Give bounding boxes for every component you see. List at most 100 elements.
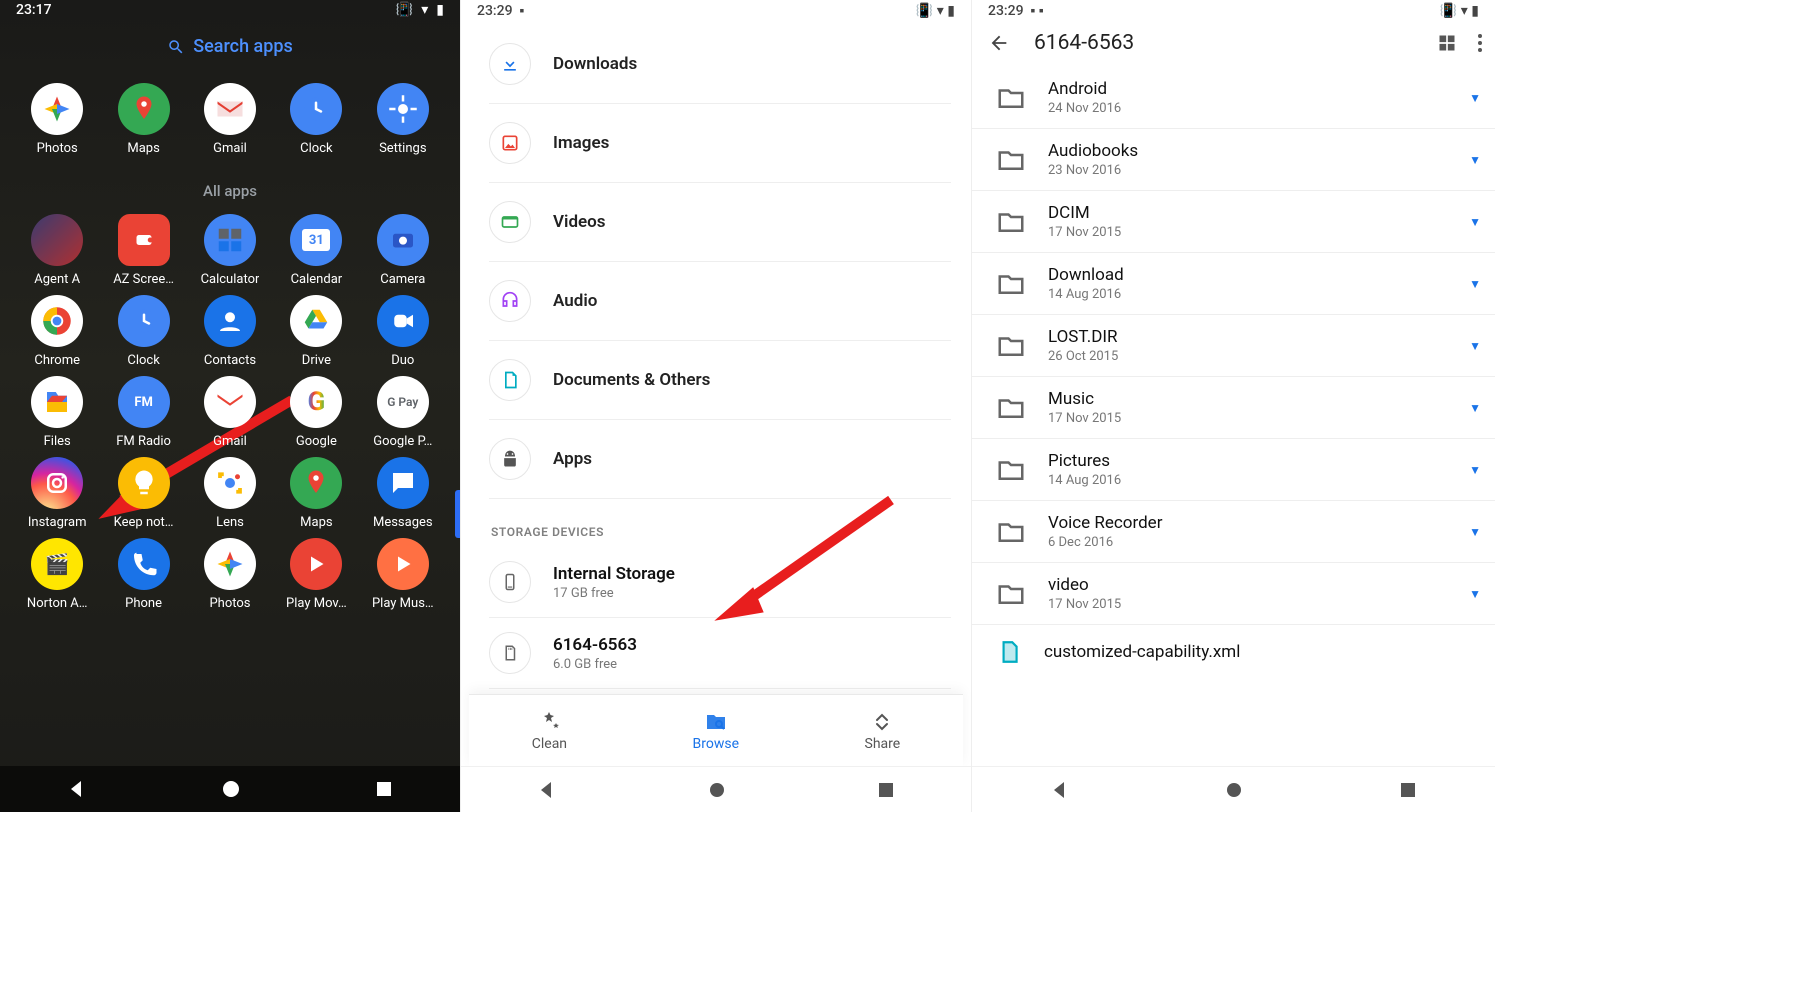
chevron-down-icon[interactable]: ▼ [1469, 91, 1481, 105]
app-clock[interactable]: Clock [273, 83, 359, 156]
app-lens[interactable]: Lens [187, 457, 273, 530]
chevron-down-icon[interactable]: ▼ [1469, 587, 1481, 601]
app-calendar[interactable]: 31Calendar [273, 214, 359, 287]
tab-share[interactable]: Share [865, 710, 901, 752]
favorites-grid: Photos Maps Gmail Clock Settings [0, 63, 460, 156]
back-arrow-icon[interactable] [988, 32, 1010, 54]
file-icon [996, 639, 1022, 665]
tab-browse[interactable]: Browse [693, 710, 739, 752]
status-bar: 23:29 ▪ 📳 ▾ ▮ [461, 0, 971, 19]
app-instagram[interactable]: Instagram [14, 457, 100, 530]
app-clock-2[interactable]: Clock [100, 295, 186, 368]
app-contacts[interactable]: Contacts [187, 295, 273, 368]
app-phone[interactable]: Phone [100, 538, 186, 611]
chevron-down-icon[interactable]: ▼ [1469, 463, 1481, 477]
app-duo[interactable]: Duo [360, 295, 446, 368]
app-agent-a[interactable]: Agent A [14, 214, 100, 287]
chevron-down-icon[interactable]: ▼ [1469, 153, 1481, 167]
search-label: Search apps [193, 36, 293, 57]
folder-icon [996, 145, 1026, 175]
folder-icon [996, 393, 1026, 423]
app-drawer-screen: 23:17 📳 ▾ ▮ Search apps Photos Maps Gmai… [0, 0, 460, 812]
storage-devices-header: STORAGE DEVICES [461, 499, 971, 547]
file-item-partial[interactable]: customized-capability.xml [1044, 642, 1240, 662]
app-calculator[interactable]: Calculator [187, 214, 273, 287]
category-apps[interactable]: Apps [489, 420, 951, 499]
status-icons: 📳 ▾ ▮ [396, 2, 444, 18]
chevron-down-icon[interactable]: ▼ [1469, 277, 1481, 291]
app-files[interactable]: Files [14, 376, 100, 449]
vibrate-icon: 📳 [396, 2, 413, 18]
app-norton[interactable]: 🎬Norton A… [14, 538, 100, 611]
app-photos-2[interactable]: Photos [187, 538, 273, 611]
folder-icon [996, 517, 1026, 547]
share-icon [870, 710, 894, 734]
folder-row[interactable]: LOST.DIR26 Oct 2015 ▼ [972, 315, 1495, 377]
chevron-down-icon[interactable]: ▼ [1469, 215, 1481, 229]
chevron-down-icon[interactable]: ▼ [1469, 525, 1481, 539]
app-camera[interactable]: Camera [360, 214, 446, 287]
folder-icon [996, 269, 1026, 299]
category-documents[interactable]: Documents & Others [489, 341, 951, 420]
folder-row[interactable]: DCIM17 Nov 2015 ▼ [972, 191, 1495, 253]
doc-icon [500, 370, 520, 390]
category-videos[interactable]: Videos [489, 183, 951, 262]
app-photos[interactable]: Photos [14, 83, 100, 156]
category-audio[interactable]: Audio [489, 262, 951, 341]
tab-clean[interactable]: Clean [532, 710, 567, 752]
app-keep[interactable]: Keep not… [100, 457, 186, 530]
folder-icon [996, 207, 1026, 237]
app-messages[interactable]: Messages [360, 457, 446, 530]
app-gmail-2[interactable]: Gmail [187, 376, 273, 449]
phone-icon [501, 573, 519, 591]
recents-icon[interactable] [877, 781, 895, 799]
folder-row[interactable]: Download14 Aug 2016 ▼ [972, 253, 1495, 315]
folder-row[interactable]: Music17 Nov 2015 ▼ [972, 377, 1495, 439]
folder-row[interactable]: video17 Nov 2015 ▼ [972, 563, 1495, 625]
bottom-tabs: Clean Browse Share [469, 694, 963, 766]
all-apps-grid: Agent A AZ Scree… Calculator 31Calendar … [0, 214, 460, 611]
folder-row[interactable]: Android24 Nov 2016 ▼ [972, 67, 1495, 129]
battery-icon: ▮ [436, 2, 444, 18]
folder-row[interactable]: Audiobooks23 Nov 2016 ▼ [972, 129, 1495, 191]
storage-sdcard[interactable]: 6164-65636.0 GB free [489, 618, 951, 689]
home-icon[interactable] [221, 779, 241, 799]
app-chrome[interactable]: Chrome [14, 295, 100, 368]
app-google-pay[interactable]: G PayGoogle P… [360, 376, 446, 449]
recents-icon[interactable] [1399, 781, 1417, 799]
video-icon [500, 212, 520, 232]
category-images[interactable]: Images [489, 104, 951, 183]
app-play-movies[interactable]: Play Mov… [273, 538, 359, 611]
chevron-down-icon[interactable]: ▼ [1469, 401, 1481, 415]
home-icon[interactable] [708, 781, 726, 799]
nav-bar [461, 766, 971, 812]
app-gmail[interactable]: Gmail [187, 83, 273, 156]
chevron-down-icon[interactable]: ▼ [1469, 339, 1481, 353]
back-icon[interactable] [537, 780, 557, 800]
app-fm-radio[interactable]: FMFM Radio [100, 376, 186, 449]
storage-internal[interactable]: Internal Storage17 GB free [489, 547, 951, 618]
storage-list: Internal Storage17 GB free 6164-65636.0 … [461, 547, 971, 689]
nav-bar [972, 766, 1495, 812]
more-menu-icon[interactable] [1477, 33, 1483, 53]
app-settings[interactable]: Settings [360, 83, 446, 156]
back-icon[interactable] [67, 779, 87, 799]
search-apps[interactable]: Search apps [130, 36, 330, 57]
category-list: Downloads Images Videos Audio Documents … [461, 25, 971, 499]
app-maps-2[interactable]: Maps [273, 457, 359, 530]
app-maps[interactable]: Maps [100, 83, 186, 156]
back-icon[interactable] [1050, 780, 1070, 800]
app-az-screen[interactable]: AZ Scree… [100, 214, 186, 287]
grid-view-icon[interactable] [1437, 33, 1457, 53]
recents-icon[interactable] [375, 780, 393, 798]
image-icon [500, 133, 520, 153]
folder-icon [996, 579, 1026, 609]
app-google[interactable]: GGoogle [273, 376, 359, 449]
category-downloads[interactable]: Downloads [489, 25, 951, 104]
folder-row[interactable]: Pictures14 Aug 2016 ▼ [972, 439, 1495, 501]
folder-icon [996, 455, 1026, 485]
app-play-music[interactable]: Play Mus… [360, 538, 446, 611]
folder-row[interactable]: Voice Recorder6 Dec 2016 ▼ [972, 501, 1495, 563]
app-drive[interactable]: Drive [273, 295, 359, 368]
home-icon[interactable] [1225, 781, 1243, 799]
